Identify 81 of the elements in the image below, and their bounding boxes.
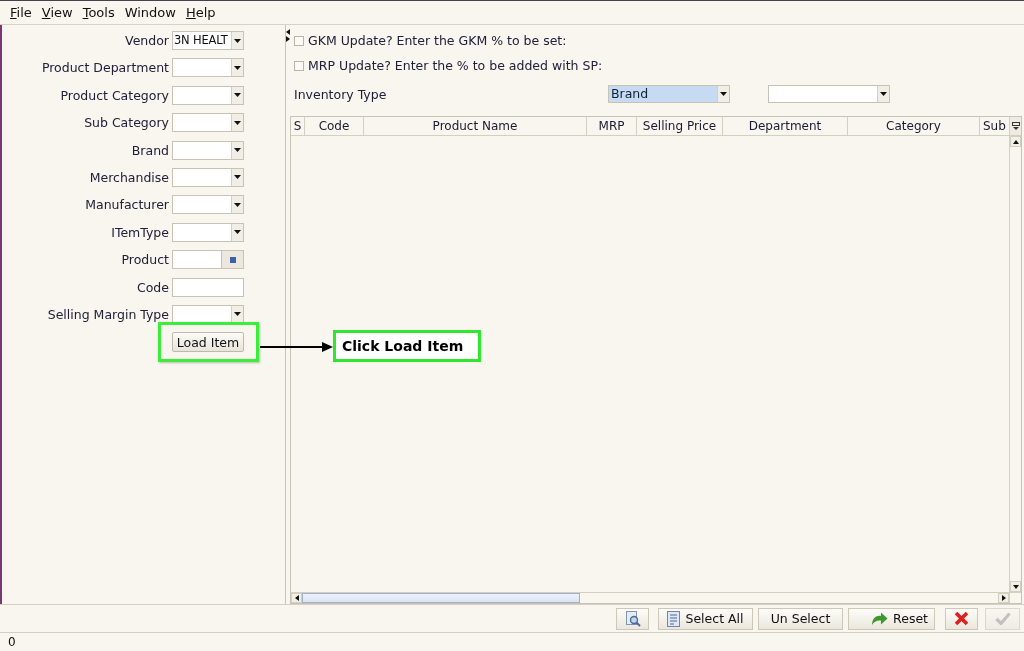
preview-button[interactable] — [616, 607, 649, 630]
menu-item[interactable]: View — [36, 3, 78, 22]
column-header[interactable]: Product Name — [364, 117, 587, 135]
field-label: Product — [120, 251, 169, 270]
down-arrow-icon — [1012, 584, 1019, 589]
field-label: Inventory Type — [294, 86, 388, 102]
column-header[interactable]: S — [291, 117, 305, 135]
dropdown[interactable]: 3N HEALT — [172, 31, 244, 50]
caret-icon — [234, 38, 241, 43]
scroll-down-button[interactable] — [1010, 581, 1021, 592]
column-header[interactable]: Category — [848, 117, 980, 135]
caret-icon — [234, 312, 241, 317]
dropdown[interactable] — [768, 85, 890, 103]
caret-icon — [234, 148, 241, 153]
caret-icon — [234, 65, 241, 70]
reset-button[interactable]: Reset — [848, 607, 935, 630]
square-icon — [229, 256, 236, 263]
check-icon — [994, 612, 1011, 625]
scroll-right-button[interactable] — [998, 593, 1009, 603]
field-label: Sub Category — [83, 114, 169, 133]
caret-icon — [234, 175, 241, 180]
column-header[interactable]: Code — [305, 117, 364, 135]
checkbox[interactable] — [294, 35, 304, 46]
callout: Click Load Item — [333, 330, 481, 362]
close-icon — [954, 611, 969, 626]
column-header[interactable]: Selling Price — [637, 117, 723, 135]
column-header[interactable]: Sub — [980, 117, 1009, 135]
scroll-up-button[interactable] — [1010, 136, 1021, 147]
field-label: Code — [136, 278, 169, 297]
horizontal-scrollbar[interactable] — [291, 592, 1009, 603]
input-field[interactable] — [172, 277, 244, 297]
input-field[interactable] — [172, 250, 222, 270]
scroll-thumb[interactable] — [302, 593, 580, 603]
cancel-button[interactable] — [945, 607, 978, 630]
vertical-scrollbar[interactable] — [1009, 136, 1021, 592]
checkbox-label[interactable]: GKM Update? Enter the GKM % to be set: — [308, 33, 567, 48]
field-label: Vendor — [124, 32, 169, 50]
dropdown[interactable] — [172, 140, 244, 160]
scroll-left-button[interactable] — [291, 593, 302, 603]
lookup-button[interactable] — [222, 250, 244, 270]
field-label: Selling Margin Type — [46, 305, 169, 324]
dropdown[interactable] — [172, 222, 244, 242]
dropdown[interactable] — [172, 195, 244, 215]
left-arrow-icon — [294, 595, 299, 601]
caret-icon — [720, 92, 727, 96]
caret-icon — [234, 120, 241, 125]
dropdown[interactable] — [172, 85, 244, 105]
dropdown[interactable] — [172, 113, 244, 133]
load-item-button[interactable]: Load Item — [172, 332, 244, 353]
unselect-button[interactable]: Un Select — [758, 607, 843, 630]
dropdown[interactable] — [172, 58, 244, 78]
document-icon — [667, 610, 681, 627]
dropdown[interactable] — [172, 167, 244, 187]
field-label: ITemType — [110, 223, 169, 242]
column-header[interactable]: MRP — [587, 117, 637, 135]
status-text: 0 — [8, 635, 16, 649]
caret-icon — [234, 230, 241, 235]
caret-icon — [234, 202, 241, 207]
left-arrow-icon[interactable] — [286, 29, 290, 35]
magnifier-icon — [624, 610, 641, 627]
right-arrow-icon — [1001, 595, 1006, 601]
field-label: Brand — [130, 141, 169, 160]
field-label: Product Department — [40, 59, 169, 78]
up-arrow-icon — [1012, 139, 1019, 144]
checkbox-label[interactable]: MRP Update? Enter the % to be added with SP: — [308, 58, 603, 73]
menu-item[interactable]: Window — [119, 3, 181, 22]
dropdown[interactable]: Brand — [608, 85, 730, 103]
field-label: Merchandise — [88, 168, 169, 187]
caret-icon — [234, 93, 241, 98]
column-menu-icon[interactable] — [1011, 122, 1020, 130]
menu-item[interactable]: Tools — [77, 3, 120, 22]
select-all-button[interactable]: Select All — [658, 607, 753, 630]
checkbox[interactable] — [294, 60, 304, 71]
field-label: Manufacturer — [84, 196, 169, 215]
right-arrow-icon[interactable] — [286, 36, 290, 42]
menu-item[interactable]: Help — [180, 3, 221, 22]
menu-item[interactable]: File — [5, 3, 37, 22]
caret-icon — [880, 92, 887, 96]
column-header[interactable]: Department — [723, 117, 848, 135]
field-label: Product Category — [59, 86, 169, 105]
curved-arrow-icon — [871, 611, 889, 626]
